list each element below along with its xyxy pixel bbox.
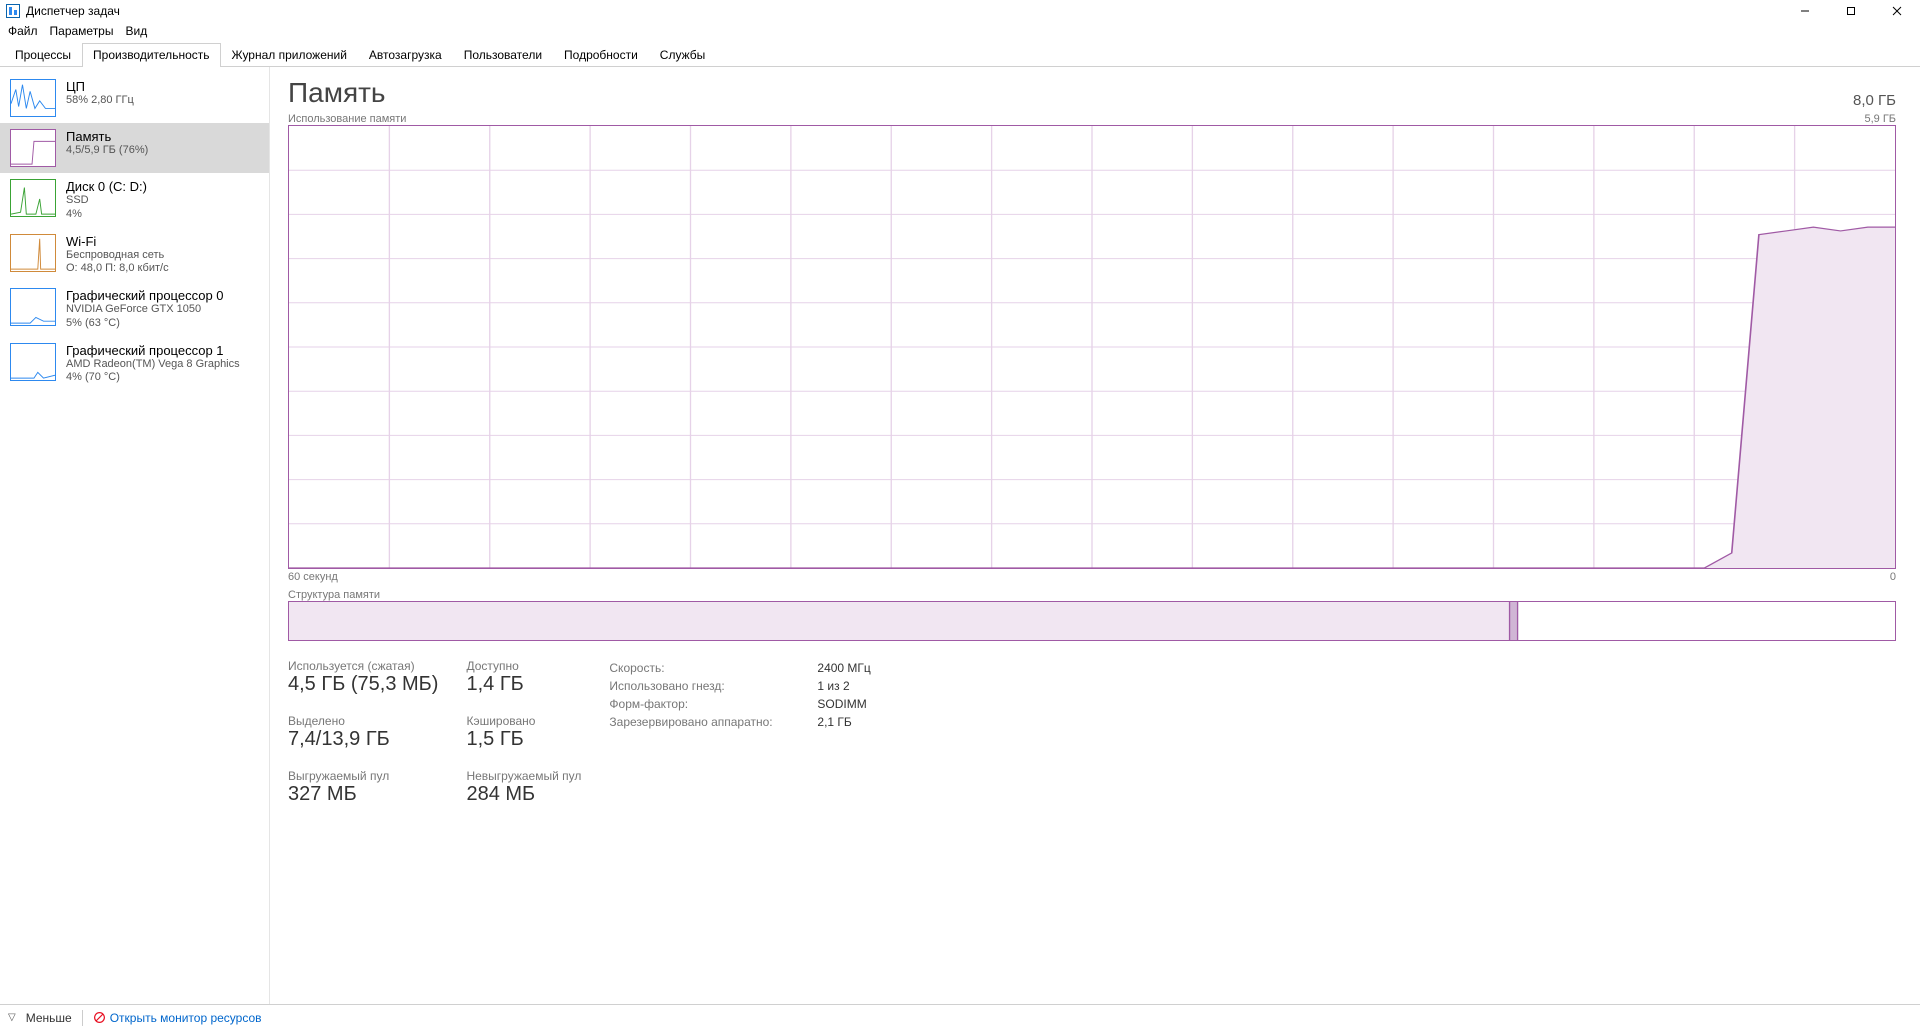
chart-xright: 0 [1890,571,1896,583]
collapse-icon: ▽ [8,1012,16,1023]
minimize-icon [1800,6,1810,16]
memory-stats: Используется (сжатая) 4,5 ГБ (75,3 МБ) В… [288,659,1896,806]
gpu0-sub1: NVIDIA GeForce GTX 1050 [66,303,224,317]
app-icon [6,4,20,18]
committed-label: Выделено [288,714,438,728]
tab-processes[interactable]: Процессы [4,43,82,67]
sidebar-item-gpu0[interactable]: Графический процессор 0 NVIDIA GeForce G… [0,282,269,337]
wifi-sub1: Беспроводная сеть [66,249,169,263]
memory-title: Память [66,129,148,144]
tab-startup[interactable]: Автозагрузка [358,43,453,67]
tab-details[interactable]: Подробности [553,43,649,67]
gpu1-sub2: 4% (70 °C) [66,371,240,385]
committed-value: 7,4/13,9 ГБ [288,728,438,751]
hwreserved-label: Зарезервировано аппаратно: [609,713,809,731]
menubar: Файл Параметры Вид [0,22,1920,42]
memory-composition-bar [288,601,1896,641]
disk-sub1: SSD [66,194,147,208]
sidebar-item-memory[interactable]: Память 4,5/5,9 ГБ (76%) [0,123,269,173]
composition-title: Структура памяти [288,589,1896,601]
performance-sidebar: ЦП 58% 2,80 ГГц Память 4,5/5,9 ГБ (76%) … [0,67,270,1004]
gpu0-sub2: 5% (63 °C) [66,317,224,331]
wifi-sub2: О: 48,0 П: 8,0 кбит/с [66,262,169,276]
menu-view[interactable]: Вид [125,24,147,38]
tab-performance[interactable]: Производительность [82,43,220,67]
maximize-icon [1846,6,1856,16]
cpu-sparkline-icon [10,79,56,117]
disk-sparkline-icon [10,179,56,217]
close-button[interactable] [1874,0,1920,22]
slots-label: Использовано гнезд: [609,677,809,695]
available-value: 1,4 ГБ [466,673,581,696]
maximize-button[interactable] [1828,0,1874,22]
sidebar-item-wifi[interactable]: Wi-Fi Беспроводная сеть О: 48,0 П: 8,0 к… [0,228,269,283]
menu-options[interactable]: Параметры [50,24,114,38]
tab-users[interactable]: Пользователи [453,43,553,67]
gpu1-sparkline-icon [10,343,56,381]
formfactor-label: Форм-фактор: [609,695,809,713]
disk-title: Диск 0 (C: D:) [66,179,147,194]
titlebar: Диспетчер задач [0,0,1920,22]
minimize-button[interactable] [1782,0,1828,22]
in-use-label: Используется (сжатая) [288,659,438,673]
chart-title: Использование памяти [288,113,406,125]
gpu0-sparkline-icon [10,288,56,326]
speed-label: Скорость: [609,659,809,677]
chart-xleft: 60 секунд [288,571,338,583]
nonpaged-value: 284 МБ [466,783,581,806]
resource-monitor-icon [93,1011,106,1024]
available-label: Доступно [466,659,581,673]
memory-spec-table: Скорость: 2400 МГц Использовано гнезд: 1 и… [609,659,870,806]
slots-value: 1 из 2 [817,677,849,695]
memory-panel: Память 8,0 ГБ Использование памяти 5,9 Г… [270,67,1920,1004]
wifi-sparkline-icon [10,234,56,272]
tabs: Процессы Производительность Журнал прило… [0,42,1920,67]
fewer-details-button[interactable]: Меньше [26,1011,72,1025]
paged-label: Выгружаемый пул [288,769,438,783]
sidebar-item-cpu[interactable]: ЦП 58% 2,80 ГГц [0,73,269,123]
gpu0-title: Графический процессор 0 [66,288,224,303]
footer: ▽ Меньше Открыть монитор ресурсов [0,1004,1920,1030]
gpu1-title: Графический процессор 1 [66,343,240,358]
nonpaged-label: Невыгружаемый пул [466,769,581,783]
cpu-title: ЦП [66,79,134,94]
window-title: Диспетчер задач [26,4,120,18]
sidebar-item-gpu1[interactable]: Графический процессор 1 AMD Radeon(TM) V… [0,337,269,392]
memory-total: 8,0 ГБ [1853,92,1896,109]
formfactor-value: SODIMM [817,695,866,713]
open-resource-monitor-link[interactable]: Открыть монитор ресурсов [93,1011,262,1025]
tab-app-history[interactable]: Журнал приложений [221,43,358,67]
memory-usage-chart [288,125,1896,569]
cpu-sub: 58% 2,80 ГГц [66,94,134,108]
close-icon [1892,6,1902,16]
chart-ymax: 5,9 ГБ [1864,113,1896,125]
speed-value: 2400 МГц [817,659,870,677]
menu-file[interactable]: Файл [8,24,38,38]
hwreserved-value: 2,1 ГБ [817,713,851,731]
sidebar-item-disk[interactable]: Диск 0 (C: D:) SSD 4% [0,173,269,228]
cached-label: Кэшировано [466,714,581,728]
cached-value: 1,5 ГБ [466,728,581,751]
disk-sub2: 4% [66,208,147,222]
page-title: Память [288,77,386,109]
tab-services[interactable]: Службы [649,43,716,67]
memory-sparkline-icon [10,129,56,167]
separator [82,1010,83,1026]
paged-value: 327 МБ [288,783,438,806]
in-use-value: 4,5 ГБ (75,3 МБ) [288,673,438,696]
gpu1-sub1: AMD Radeon(TM) Vega 8 Graphics [66,358,240,372]
memory-sub: 4,5/5,9 ГБ (76%) [66,144,148,158]
wifi-title: Wi-Fi [66,234,169,249]
